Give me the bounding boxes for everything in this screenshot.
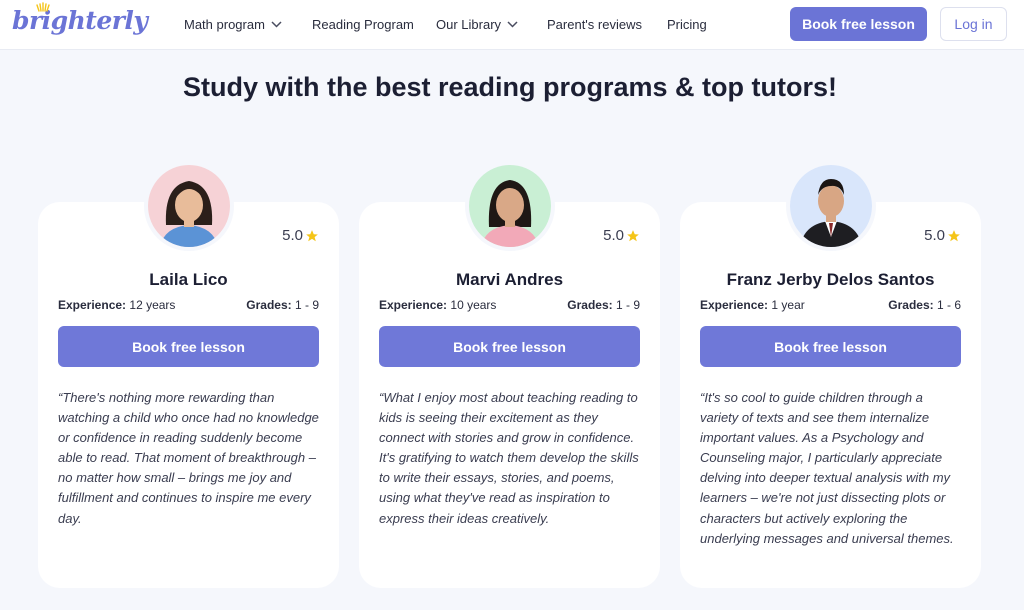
tutor-name: Laila Lico — [149, 270, 228, 289]
tutor-avatar — [144, 161, 234, 251]
brighterly-logo[interactable]: brighterly — [12, 2, 148, 35]
nav-our-library[interactable]: Our Library — [436, 17, 518, 32]
grades-value: 1 - 6 — [936, 298, 961, 312]
star-icon — [627, 229, 639, 241]
grades-value: 1 - 9 — [615, 298, 640, 312]
tutor-photo — [790, 165, 872, 247]
tutor-meta: Experience: 1 year Grades: 1 - 6 — [700, 298, 961, 312]
tutor-name: Marvi Andres — [455, 270, 564, 289]
nav-label: Our Library — [436, 17, 502, 32]
tutor-rating: 5.0 — [282, 227, 319, 244]
logo-text: brighterly — [12, 6, 148, 35]
nav-label: Parent's reviews — [547, 17, 642, 32]
nav-math-program[interactable]: Math program — [184, 17, 282, 32]
rating-value: 5.0 — [282, 227, 303, 244]
book-free-lesson-button[interactable]: Book free lesson — [58, 326, 319, 367]
book-free-lesson-button[interactable]: Book free lesson — [379, 326, 640, 367]
tutor-avatar — [786, 161, 876, 251]
tutor-photo — [469, 165, 551, 247]
grades: Grades: 1 - 9 — [246, 298, 319, 312]
experience: Experience: 12 years — [58, 298, 175, 312]
grades: Grades: 1 - 9 — [567, 298, 640, 312]
tutor-card: 5.0 Marvi Andres Experience: 10 years Gr… — [359, 161, 660, 588]
experience-label: Experience: — [700, 298, 769, 312]
tutor-rating: 5.0 — [603, 227, 640, 244]
sun-icon — [36, 2, 50, 12]
tutor-meta: Experience: 12 years Grades: 1 - 9 — [58, 298, 319, 312]
experience-value: 12 years — [129, 298, 176, 312]
grades: Grades: 1 - 6 — [888, 298, 961, 312]
nav-label: Math program — [184, 17, 265, 32]
rating-value: 5.0 — [603, 227, 624, 244]
experience-value: 1 year — [771, 298, 805, 312]
tutor-card: 5.0 Franz Jerby Delos Santos Experience:… — [680, 161, 981, 588]
tutor-rating: 5.0 — [924, 227, 961, 244]
page-title: Study with the best reading programs & t… — [182, 72, 838, 102]
experience: Experience: 1 year — [700, 298, 805, 312]
chevron-down-icon — [507, 21, 518, 28]
book-free-lesson-button[interactable]: Book free lesson — [790, 7, 927, 41]
star-icon — [948, 229, 960, 241]
tutor-photo — [148, 165, 230, 247]
tutor-avatar — [465, 161, 555, 251]
grades-label: Grades: — [567, 298, 613, 312]
grades-label: Grades: — [246, 298, 292, 312]
tutor-quote: “It's so cool to guide children through … — [700, 390, 954, 546]
nav-reading-program[interactable]: Reading Program — [312, 17, 414, 32]
experience-value: 10 years — [450, 298, 497, 312]
chevron-down-icon — [271, 21, 282, 28]
experience: Experience: 10 years — [379, 298, 496, 312]
tutor-quote: “What I enjoy most about teaching readin… — [379, 390, 639, 526]
tutor-meta: Experience: 10 years Grades: 1 - 9 — [379, 298, 640, 312]
site-header: brighterly Math program Reading Program … — [0, 0, 1024, 50]
tutor-quote: “There's nothing more rewarding than wat… — [58, 390, 319, 526]
tutor-card: 5.0 Laila Lico Experience: 12 years Grad… — [38, 161, 339, 588]
tutor-name: Franz Jerby Delos Santos — [726, 270, 935, 289]
experience-label: Experience: — [379, 298, 448, 312]
grades-value: 1 - 9 — [294, 298, 319, 312]
nav-parents-reviews[interactable]: Parent's reviews — [547, 17, 642, 32]
login-button[interactable]: Log in — [940, 7, 1007, 41]
nav-label: Reading Program — [312, 17, 414, 32]
experience-label: Experience: — [58, 298, 127, 312]
nav-label: Pricing — [667, 17, 707, 32]
book-free-lesson-button[interactable]: Book free lesson — [700, 326, 961, 367]
nav-pricing[interactable]: Pricing — [667, 17, 707, 32]
star-icon — [306, 229, 318, 241]
rating-value: 5.0 — [924, 227, 945, 244]
grades-label: Grades: — [888, 298, 934, 312]
